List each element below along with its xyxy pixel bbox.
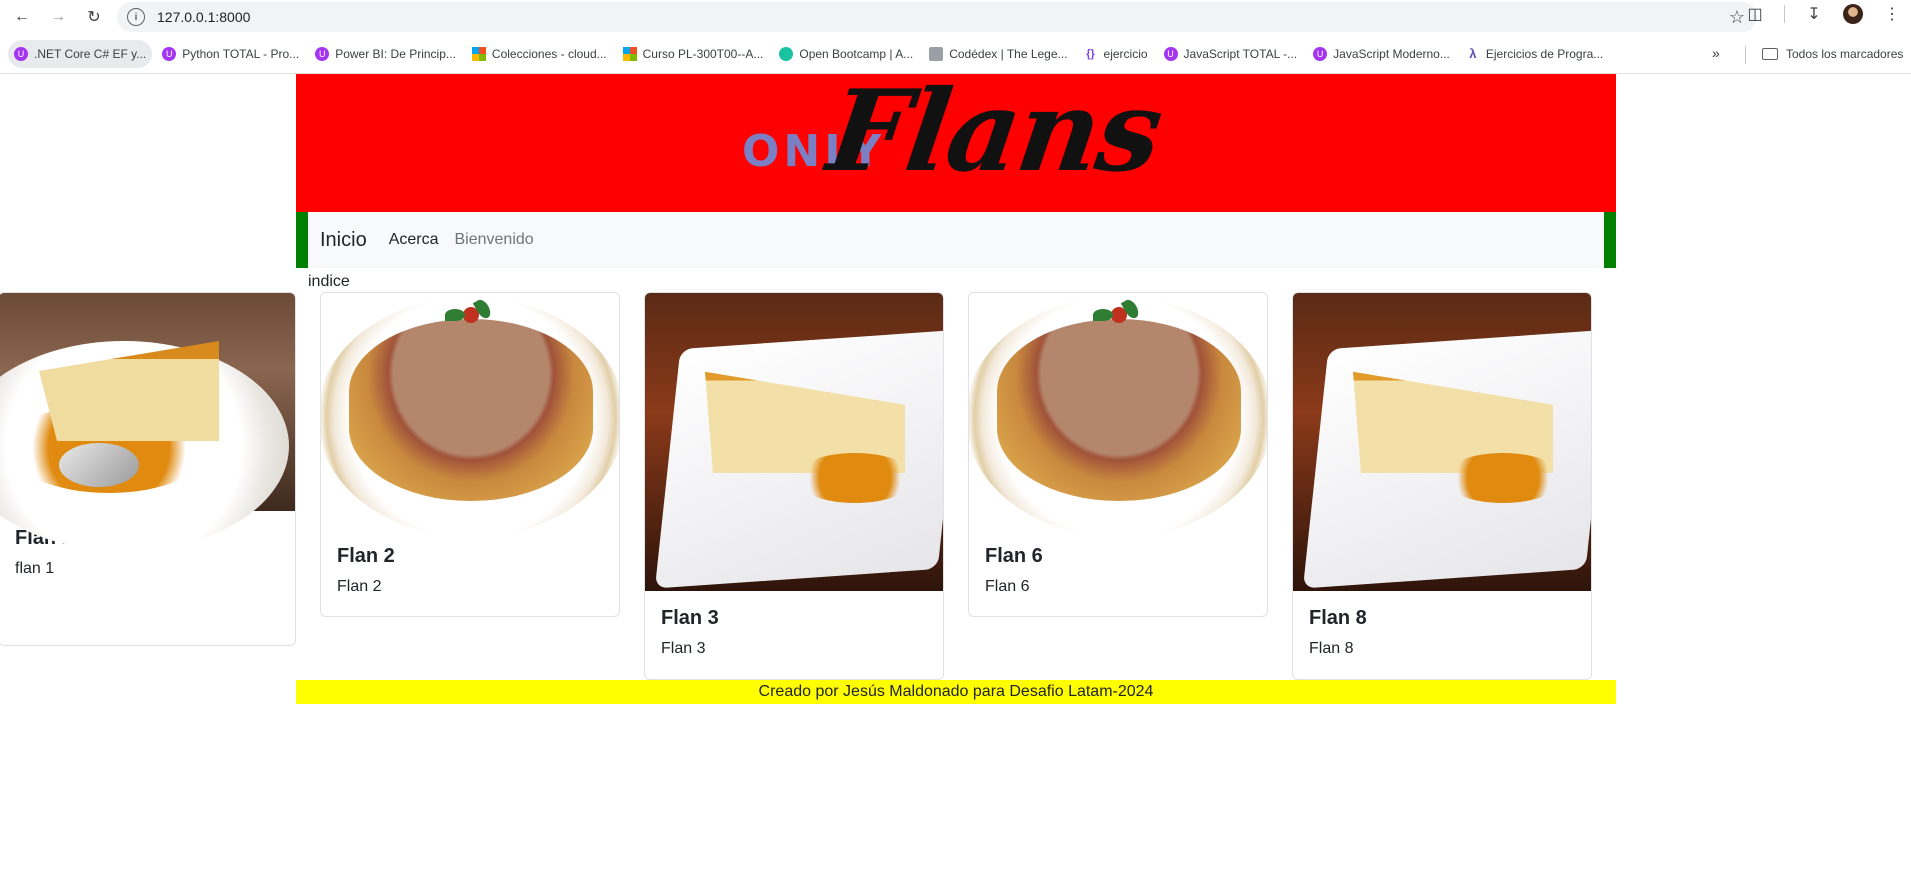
leaf-shape — [445, 309, 465, 321]
flan-shape — [997, 319, 1241, 501]
card-title: Flan 3 — [661, 607, 719, 629]
flan-shape — [349, 319, 593, 501]
card-text: Flan 2 — [337, 578, 382, 595]
card-text: Flan 8 — [1309, 640, 1354, 657]
bookmark-item[interactable]: U JavaScript TOTAL -... — [1158, 40, 1304, 68]
flan-card[interactable]: Flan 3 Flan 3 — [644, 292, 944, 680]
nav-brand-inicio[interactable]: Inicio — [320, 229, 367, 252]
flan-card[interactable]: Flan 6 Flan 6 — [968, 292, 1268, 617]
card-text: flan 1 — [15, 560, 55, 577]
openbootcamp-icon — [779, 46, 794, 61]
bookmark-star-icon[interactable]: ☆ — [1729, 7, 1745, 28]
bookmark-label: Open Bootcamp | A... — [799, 46, 914, 61]
flan-slice-spoon-image — [0, 293, 295, 551]
bookmark-label: Curso PL-300T00--A... — [642, 46, 764, 61]
reload-icon[interactable]: ↻ — [80, 3, 108, 31]
address-bar[interactable]: i 127.0.0.1:8000 ☆ — [117, 2, 1757, 32]
udemy-icon: U — [162, 46, 177, 61]
bookmark-label: .NET Core C# EF y... — [34, 46, 147, 61]
bookmark-label: Power BI: De Princip... — [335, 46, 456, 61]
flan-whole-image — [321, 293, 619, 537]
card-body: Flan 8 Flan 8 — [1293, 591, 1591, 674]
flan-square-plate-image — [645, 293, 943, 591]
card-title: Flan 6 — [985, 545, 1043, 567]
forward-icon[interactable]: → — [44, 3, 72, 31]
flan-card[interactable]: Flan 1 flan 1 — [0, 292, 296, 646]
browser-tools: ◫ ↧ ⋮ — [1744, 4, 1903, 24]
bookmark-item[interactable]: Open Bootcamp | A... — [773, 40, 919, 68]
page-heading: indice — [308, 273, 350, 290]
bookmark-item[interactable]: Curso PL-300T00--A... — [617, 40, 770, 68]
bookmark-label: Python TOTAL - Pro... — [182, 46, 300, 61]
microsoft-icon — [622, 46, 637, 61]
codedex-icon — [929, 46, 944, 61]
all-bookmarks-button[interactable]: Todos los marcadores — [1762, 40, 1903, 68]
bookmark-item[interactable]: U Power BI: De Princip... — [309, 40, 462, 68]
page-footer: Creado por Jesús Maldonado para Desafio … — [296, 680, 1616, 704]
download-icon[interactable]: ↧ — [1803, 4, 1825, 24]
header-banner: ONLY Flans — [296, 66, 1616, 212]
lambda-icon: λ — [1469, 46, 1477, 61]
card-title: Flan 2 — [337, 545, 395, 567]
bookmark-label: ejercicio — [1103, 46, 1148, 61]
site-logo: ONLY Flans — [742, 66, 1182, 212]
all-bookmarks-label: Todos los marcadores — [1786, 47, 1904, 61]
bookmark-label: Colecciones - cloud... — [491, 46, 607, 61]
toolbar-divider — [1784, 5, 1785, 23]
udemy-icon: U — [14, 46, 28, 61]
bookmarks-divider — [1745, 46, 1746, 64]
card-body: Flan 3 Flan 3 — [645, 591, 943, 674]
nav-link-bienvenido[interactable]: Bienvenido — [455, 231, 534, 249]
bookmark-label: Ejercicios de Progra... — [1485, 46, 1604, 61]
bookmark-label: Codédex | The Lege... — [949, 46, 1068, 61]
bookmark-label: JavaScript TOTAL -... — [1183, 46, 1298, 61]
sauce-shape — [1443, 453, 1563, 503]
flan-card[interactable]: Flan 2 Flan 2 — [320, 292, 620, 617]
bookmark-label: JavaScript Moderno... — [1333, 46, 1450, 61]
nav-link-acerca[interactable]: Acerca — [389, 231, 439, 249]
bookmark-item[interactable]: Colecciones - cloud... — [466, 40, 613, 68]
bookmark-item[interactable]: U JavaScript Moderno... — [1307, 40, 1456, 68]
udemy-icon: U — [315, 46, 330, 61]
braces-icon: {} — [1086, 47, 1095, 60]
bookmark-item[interactable]: λ Ejercicios de Progra... — [1460, 40, 1609, 68]
spoon-shape — [59, 443, 139, 487]
flan-card[interactable]: Flan 8 Flan 8 — [1292, 292, 1592, 680]
sauce-shape — [795, 453, 915, 503]
bookmark-item[interactable]: U .NET Core C# EF y... — [8, 39, 153, 68]
card-title: Flan 8 — [1309, 607, 1367, 629]
udemy-icon: U — [1313, 46, 1328, 61]
extensions-icon[interactable]: ◫ — [1744, 4, 1766, 24]
logo-flans-text: Flans — [820, 66, 1169, 197]
back-icon[interactable]: ← — [8, 3, 36, 31]
menu-kebab-icon[interactable]: ⋮ — [1881, 4, 1903, 24]
card-body: Flan 6 Flan 6 — [969, 529, 1267, 612]
site-info-icon[interactable]: i — [127, 8, 145, 26]
flan-square-plate-image — [1293, 293, 1591, 591]
card-body: Flan 2 Flan 2 — [321, 529, 619, 612]
bookmark-item[interactable]: {} ejercicio — [1078, 40, 1154, 68]
folder-icon — [1762, 48, 1778, 60]
microsoft-icon — [471, 46, 486, 61]
profile-avatar[interactable] — [1843, 4, 1863, 24]
card-text: Flan 3 — [661, 640, 706, 657]
udemy-icon: U — [1163, 46, 1178, 61]
page-content: ONLY Flans Inicio Acerca Bienvenido indi… — [0, 66, 1911, 881]
leaf-shape — [1093, 309, 1113, 321]
browser-toolbar: ← → ↻ i 127.0.0.1:8000 ☆ ◫ ↧ ⋮ — [0, 0, 1911, 34]
card-text: Flan 6 — [985, 578, 1030, 595]
main-navbar: Inicio Acerca Bienvenido — [296, 212, 1616, 268]
bookmark-item[interactable]: U Python TOTAL - Pro... — [156, 40, 305, 68]
bookmarks-overflow-icon[interactable]: » — [1712, 45, 1720, 61]
bookmark-item[interactable]: Codédex | The Lege... — [923, 40, 1073, 68]
url-text[interactable]: 127.0.0.1:8000 — [157, 9, 250, 25]
flan-whole-image — [969, 293, 1267, 537]
